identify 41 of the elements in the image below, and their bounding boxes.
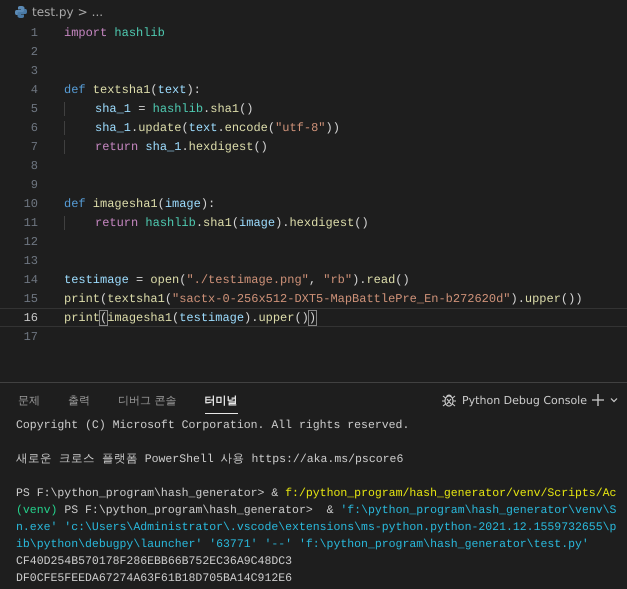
code-line: import hashlib <box>64 26 165 40</box>
terminal-line: PS F:\python_program\hash_generator> & f:/python_program/hash_generator/venv/Scripts/Ac <box>16 486 618 502</box>
line-number: 8 <box>30 158 39 172</box>
line-number: 14 <box>22 272 39 286</box>
line-number: 12 <box>22 234 39 248</box>
terminal-line: n.exe' 'c:\Users\Administrator\.vscode\extensions\ms-python.python-2021.12.1559732655\p <box>16 520 618 536</box>
breadcrumb-file[interactable]: test.py <box>32 5 74 19</box>
line-number: 10 <box>22 196 39 210</box>
line-number: 7 <box>30 140 39 154</box>
code-line: def imagesha1(image): <box>64 196 216 210</box>
code-line: def textsha1(text): <box>64 82 201 96</box>
line-number: 6 <box>30 120 39 134</box>
line-number: 11 <box>22 216 39 230</box>
line-number: 4 <box>30 82 39 96</box>
python-file-icon <box>14 5 28 19</box>
line-number: 1 <box>30 26 39 40</box>
line-number: 13 <box>22 254 39 268</box>
terminal-line: 새로운 크로스 플랫폼 PowerShell 사용 https://aka.ms/pscore6 <box>16 452 404 468</box>
line-number: 16 <box>22 310 39 324</box>
breadcrumb-symbol[interactable]: ... <box>92 5 104 19</box>
terminal-line: DF0CFE5FEEDA67274A63F61B18D705BA14C912E6 <box>16 571 294 587</box>
terminal-line: CF40D254B570178F286EBB66B752EC36A9C48DC3 <box>16 554 294 570</box>
line-number: 2 <box>30 44 39 58</box>
code-line: testimage = open("./testimage.png", "rb").read() <box>64 272 410 286</box>
line-number: 9 <box>30 178 39 192</box>
line-number: 15 <box>22 292 39 306</box>
breadcrumb-separator: > <box>78 5 88 19</box>
terminal-selector[interactable]: Python Debug Console <box>441 392 587 408</box>
line-number: 17 <box>22 330 39 344</box>
panel-tab[interactable]: 출력 <box>68 386 90 414</box>
terminal-line: ib\python\debugpy\launcher' '63771' '--' 'f:\python_program\hash_generator\test.py' <box>16 537 590 553</box>
terminal-line: Copyright (C) Microsoft Corporation. All rights reserved. <box>16 418 410 434</box>
code-line: print(textsha1("sactx-0-256x512-DXT5-MapBattlePre_En-b272620d").upper()) <box>64 292 583 306</box>
panel-tab[interactable]: 디버그 콘솔 <box>118 386 176 414</box>
line-number: 3 <box>30 64 39 78</box>
panel-tab[interactable]: 터미널 <box>204 386 238 414</box>
terminal-line: (venv) PS F:\python_program\hash_generator> & 'f:\python_program\hash_generator\venv\S <box>16 503 618 519</box>
panel-tab[interactable]: 문제 <box>18 386 40 414</box>
line-number: 5 <box>30 102 39 116</box>
bug-icon <box>441 392 458 408</box>
code-line: print(imagesha1(testimage).upper()) <box>64 310 316 324</box>
